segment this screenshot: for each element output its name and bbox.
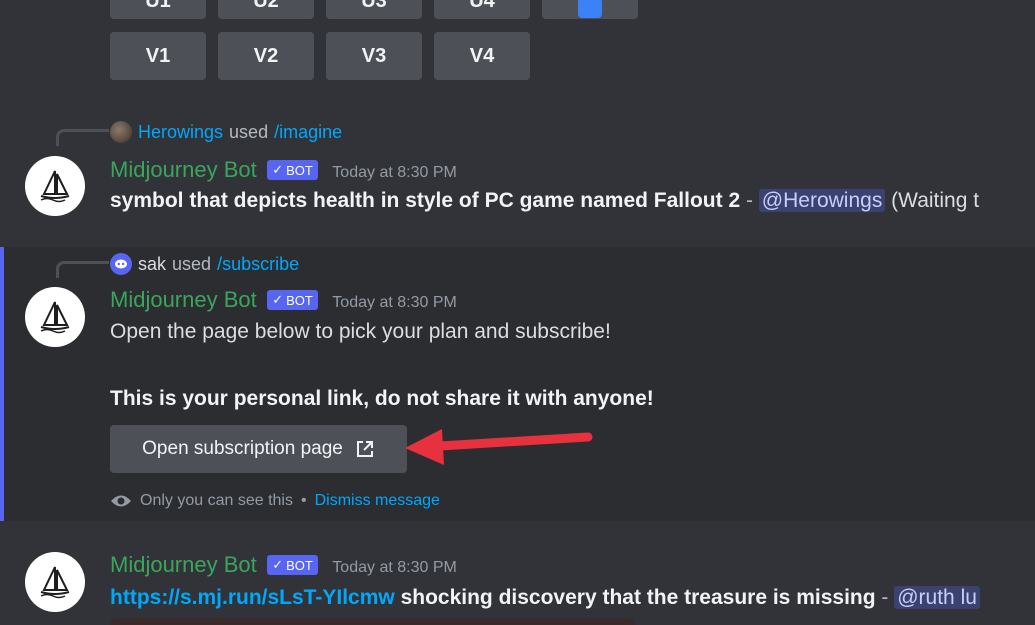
redo-button[interactable]: [542, 0, 638, 19]
status-text: (Waiting t: [891, 189, 980, 212]
upscale-button-1[interactable]: U1: [110, 0, 206, 19]
reply-preview[interactable]: sak used /subscribe: [110, 253, 299, 275]
message-line-1: Open the page below to pick your plan an…: [110, 320, 611, 343]
author-name[interactable]: Midjourney Bot: [110, 287, 257, 312]
reply-username[interactable]: Herowings: [138, 122, 223, 143]
prompt-text: shocking discovery that the treasure is …: [400, 586, 876, 609]
reply-command[interactable]: /subscribe: [217, 254, 299, 275]
upscale-button-2[interactable]: U2: [218, 0, 314, 19]
sailboat-icon: [40, 170, 70, 203]
reply-username[interactable]: sak: [138, 254, 166, 275]
variation-button-4[interactable]: V4: [434, 32, 530, 80]
dismiss-message-link[interactable]: Dismiss message: [315, 492, 440, 510]
message-line-2: This is your personal link, do not share…: [110, 387, 654, 410]
bot-badge: ✓ BOT: [267, 290, 318, 310]
reply-connector: [56, 261, 109, 278]
variation-button-1[interactable]: V1: [110, 32, 206, 80]
button-label: Open subscription page: [142, 438, 343, 459]
bot-avatar[interactable]: [25, 287, 85, 347]
reply-connector: [56, 129, 109, 146]
image-preview-edge: [110, 618, 635, 625]
variation-button-2[interactable]: V2: [218, 32, 314, 80]
message-header: Midjourney Bot ✓ BOT Today at 8:30 PM: [110, 552, 457, 578]
red-arrow-annotation: [405, 429, 593, 465]
user-mention[interactable]: @ruth lu: [894, 586, 980, 609]
reply-used-text: used: [172, 253, 212, 274]
discord-icon: [110, 253, 132, 275]
bot-badge: ✓ BOT: [267, 160, 318, 180]
separator-dot: •: [300, 492, 307, 509]
reply-used-text: used: [229, 121, 269, 142]
external-link-icon: [356, 441, 373, 457]
upscale-button-3[interactable]: U3: [326, 0, 422, 19]
check-icon: ✓: [272, 292, 284, 307]
prompt-text: symbol that depicts health in style of P…: [110, 189, 741, 212]
redo-icon: [578, 0, 602, 18]
timestamp: Today at 8:30 PM: [332, 559, 457, 576]
check-icon: ✓: [272, 162, 284, 177]
message-header: Midjourney Bot ✓ BOT Today at 8:30 PM: [110, 157, 457, 183]
message-content: symbol that depicts health in style of P…: [110, 189, 980, 212]
reply-command[interactable]: /imagine: [274, 122, 342, 143]
bot-avatar[interactable]: [25, 156, 85, 216]
user-mention[interactable]: @Herowings: [758, 189, 886, 212]
bot-badge: ✓ BOT: [267, 555, 318, 575]
timestamp: Today at 8:30 PM: [332, 164, 457, 181]
ephemeral-note: Only you can see this • Dismiss message: [110, 492, 440, 510]
ephemeral-accent-bar: [0, 247, 4, 521]
sailboat-icon: [40, 566, 70, 599]
only-you-text: Only you can see this: [140, 492, 293, 509]
bot-avatar[interactable]: [25, 552, 85, 612]
eye-icon: [111, 495, 131, 507]
author-name[interactable]: Midjourney Bot: [110, 157, 257, 182]
upscale-button-4[interactable]: U4: [434, 0, 530, 19]
image-link[interactable]: https://s.mj.run/sLsT-YIlcmw: [110, 586, 395, 609]
timestamp: Today at 8:30 PM: [332, 294, 457, 311]
user-avatar-small: [110, 121, 132, 143]
message-header: Midjourney Bot ✓ BOT Today at 8:30 PM: [110, 287, 457, 313]
check-icon: ✓: [272, 557, 284, 572]
author-name[interactable]: Midjourney Bot: [110, 552, 257, 577]
message-content: https://s.mj.run/sLsT-YIlcmw shocking di…: [110, 586, 980, 610]
sailboat-icon: [40, 301, 70, 334]
open-subscription-button[interactable]: Open subscription page: [110, 425, 407, 473]
variation-button-3[interactable]: V3: [326, 32, 422, 80]
reply-preview[interactable]: Herowings used /imagine: [110, 121, 342, 143]
